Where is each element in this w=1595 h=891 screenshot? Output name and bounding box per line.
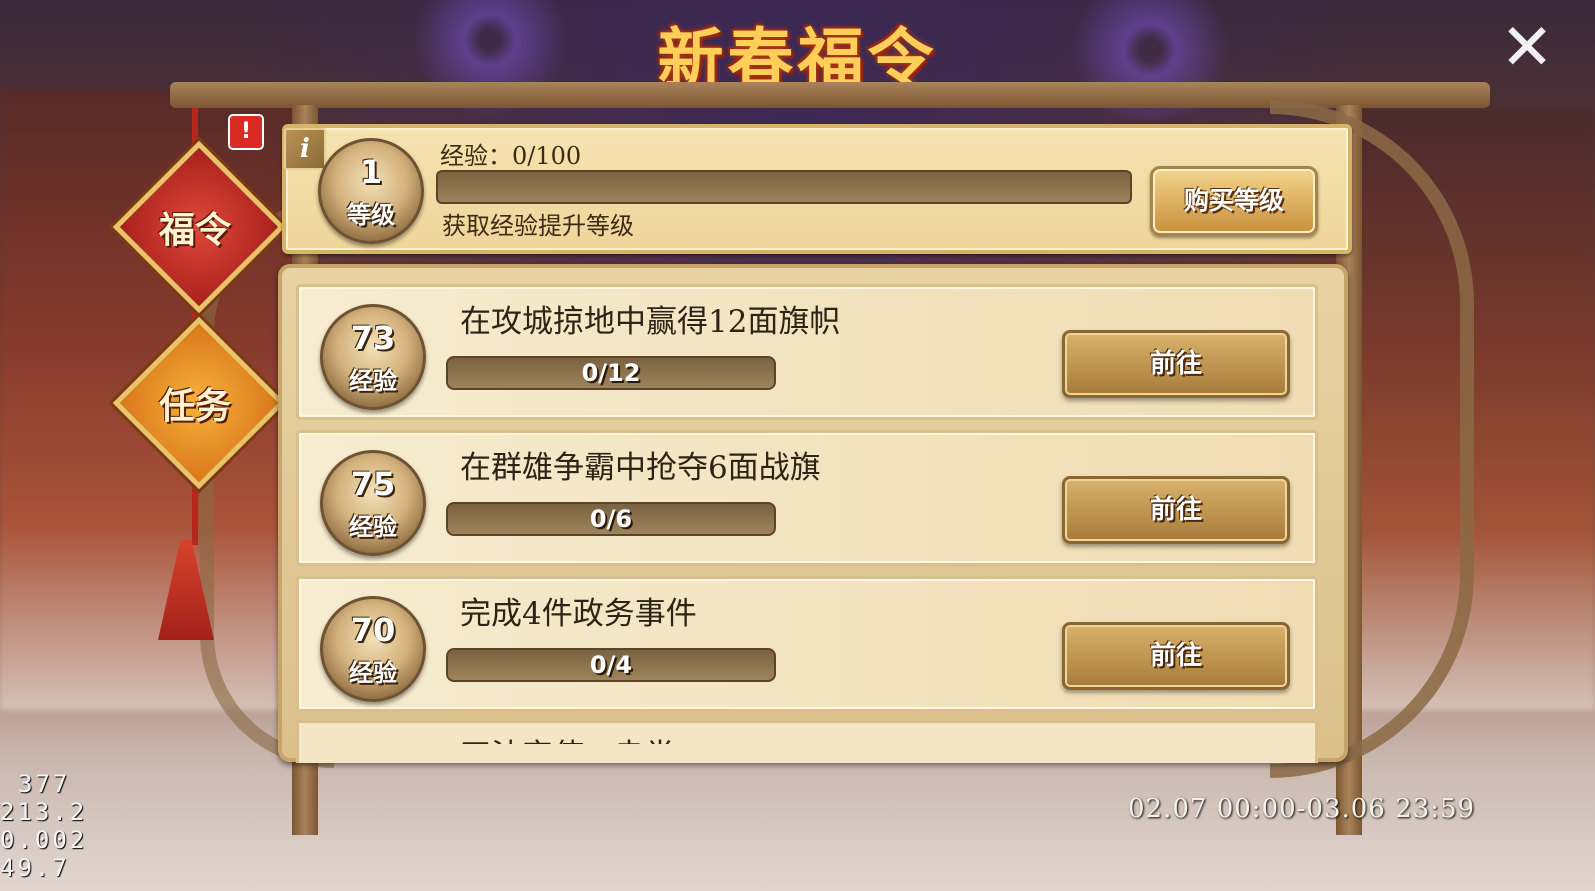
debug-stat: 377 <box>18 770 71 798</box>
experience-label: 经验：0/100 <box>440 142 582 170</box>
debug-stat: 0.002 <box>0 826 88 854</box>
exp-reward-medal: 73 经验 <box>320 304 426 410</box>
exp-reward-unit: 经验 <box>349 366 397 395</box>
task-row-partial <box>296 720 1318 763</box>
task-title: 在攻城掠地中赢得12面旗帜 <box>460 304 841 340</box>
exp-reward-medal: 70 经验 <box>320 596 426 702</box>
go-button[interactable]: 前往 <box>1062 476 1290 544</box>
experience-progress-bar <box>436 170 1132 204</box>
exp-reward-unit: 经验 <box>349 512 397 541</box>
exp-reward-value: 73 <box>350 319 396 357</box>
level-medal: 1 等级 <box>318 138 424 244</box>
task-progress-bar: 0/6 <box>446 502 776 536</box>
task-progress-bar: 0/4 <box>446 648 776 682</box>
buy-level-button[interactable]: 购买等级 <box>1150 166 1318 236</box>
task-title: 在群雄争霸中抢夺6面战旗 <box>460 450 821 486</box>
debug-stats: 377 213.2 0.002 49.7 <box>0 770 87 882</box>
task-title: 完成4件政务事件 <box>460 596 697 632</box>
debug-stat: 213.2 <box>0 798 88 826</box>
go-button[interactable]: 前往 <box>1062 330 1290 398</box>
go-button[interactable]: 前往 <box>1062 622 1290 690</box>
exp-reward-medal: 75 经验 <box>320 450 426 556</box>
close-icon[interactable]: ✕ <box>1497 16 1557 80</box>
level-unit: 等级 <box>347 200 395 229</box>
debug-stat: 49.7 <box>0 854 70 882</box>
tab-renwu-label[interactable]: 任务 <box>115 377 275 429</box>
task-progress-bar: 0/12 <box>446 356 776 390</box>
experience-hint: 获取经验提升等级 <box>442 212 634 240</box>
exp-reward-unit: 经验 <box>349 658 397 687</box>
level-value: 1 <box>359 153 383 191</box>
exp-reward-value: 70 <box>350 611 396 649</box>
event-time-range: 02.07 00:00-03.06 23:59 <box>1128 794 1476 824</box>
task-title-partial: 四法字使...赤尝 <box>460 730 676 744</box>
alert-badge: ! <box>228 114 264 150</box>
tab-fuling-label[interactable]: 福令 <box>115 201 275 253</box>
exp-reward-value: 75 <box>350 465 396 503</box>
info-icon[interactable]: i <box>284 128 326 170</box>
